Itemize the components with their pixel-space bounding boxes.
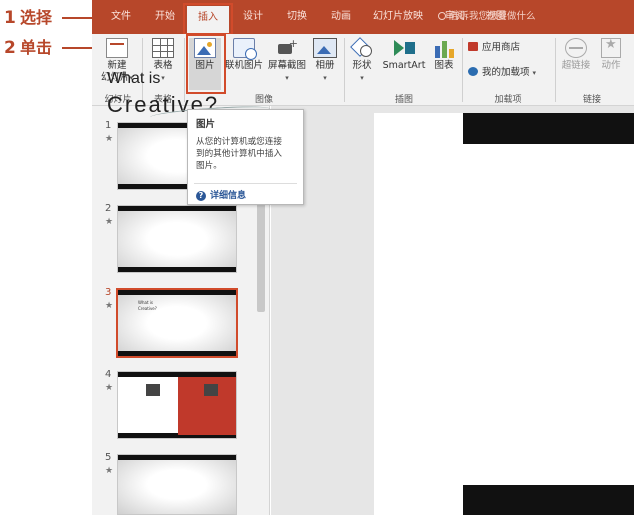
slide-number: 2 [105, 203, 112, 214]
annotation-margin-lower [0, 106, 92, 515]
tooltip-more-info-link[interactable]: ? 详细信息 [196, 188, 246, 201]
globe-link-icon [565, 38, 587, 58]
tab-design[interactable]: 设计 [243, 9, 263, 25]
shapes-label: 形状 [352, 60, 372, 71]
slide-number: 5 [105, 452, 112, 463]
tell-me-search[interactable]: 告诉我您想要做什么 [438, 9, 536, 25]
tab-home[interactable]: 开始 [155, 9, 175, 25]
table-icon [152, 38, 174, 58]
animation-star-icon: ★ [105, 301, 114, 311]
chevron-down-icon: ▾ [532, 69, 537, 77]
step1-number: 1 [4, 8, 16, 28]
shapes-button[interactable]: 形状 ▾ [348, 38, 376, 84]
step2-label: 单击 [20, 38, 53, 57]
help-icon: ? [196, 191, 206, 201]
animation-star-icon: ★ [105, 217, 114, 227]
tooltip-divider [194, 183, 297, 184]
hyperlink-label: 超链接 [561, 60, 591, 71]
store-button[interactable]: 应用商店 [468, 42, 548, 54]
tooltip-line: 到的其他计算机中插入 [196, 149, 282, 159]
tab-transitions[interactable]: 切换 [287, 9, 307, 25]
tooltip-body: 从您的计算机或您连接 到的其他计算机中插入 图片。 [196, 136, 295, 172]
slide-title-line1[interactable]: What is [107, 70, 160, 88]
smartart-icon [392, 38, 416, 58]
hyperlink-button[interactable]: 超链接 [559, 38, 593, 72]
group-divider [462, 38, 463, 102]
tell-me-text: 告诉我您想要做什么 [450, 11, 536, 22]
thumb-title-b: Creative? [138, 306, 157, 311]
online-picture-label: 联机图片 [224, 60, 263, 71]
chevron-down-icon: ▾ [360, 74, 364, 82]
tab-file[interactable]: 文件 [111, 9, 131, 25]
thumb-bar [118, 206, 236, 211]
new-slide-icon [106, 38, 128, 58]
thumb-bar [118, 351, 236, 356]
photo-album-button[interactable]: 相册 ▾ [310, 38, 340, 84]
chevron-down-icon: ▾ [285, 74, 289, 82]
store-icon [468, 42, 478, 51]
chevron-down-icon: ▾ [323, 74, 327, 82]
thumb-bar [118, 455, 236, 460]
thumb-bar [118, 290, 236, 295]
slide-number: 3 [105, 287, 112, 298]
thumb-title-a: What is [138, 300, 153, 305]
insert-tab-highlight [183, 3, 233, 35]
photo-album-icon [313, 38, 337, 58]
slide-thumbnail-4[interactable] [117, 371, 237, 439]
slide-number: 1 [105, 120, 112, 131]
group-label-illustrations: 插图 [394, 95, 413, 105]
action-label: 动作 [601, 60, 621, 71]
tab-animations[interactable]: 动画 [331, 9, 351, 25]
online-picture-icon [233, 38, 257, 60]
step1-label: 选择 [20, 8, 53, 27]
screenshot-label: 屏幕截图 [267, 60, 306, 71]
lightbulb-icon [438, 12, 446, 20]
more-info-label: 详细信息 [210, 191, 247, 201]
tooltip-title: 图片 [196, 119, 216, 130]
group-divider [344, 38, 345, 102]
online-picture-button[interactable]: 联机图片 [224, 38, 264, 72]
slide-top-bar [463, 113, 634, 144]
shapes-icon [351, 38, 373, 58]
tooltip-line: 从您的计算机或您连接 [196, 137, 282, 147]
group-label-addins: 加载项 [494, 95, 522, 105]
group-label-links: 链接 [582, 95, 601, 105]
thumb-bar [118, 267, 236, 272]
tab-slideshow[interactable]: 幻灯片放映 [373, 9, 423, 25]
smartart-label: SmartArt [382, 60, 426, 71]
animation-star-icon: ★ [105, 383, 114, 393]
picture-button-highlight [186, 34, 226, 94]
ribbon-tab-bar: 文件 开始 插入 设计 切换 动画 幻灯片放映 审阅 视图 [92, 0, 634, 34]
animation-star-icon: ★ [105, 134, 114, 144]
slide-bottom-bar [463, 485, 634, 515]
smartart-button[interactable]: SmartArt [379, 38, 429, 72]
tooltip-line: 图片。 [196, 161, 222, 171]
thumb-photo [204, 384, 218, 396]
group-label-images: 图像 [254, 95, 273, 105]
addins-icon [468, 67, 478, 76]
action-button[interactable]: 动作 [596, 38, 626, 72]
bar-chart-icon [433, 38, 455, 58]
group-divider [555, 38, 556, 102]
slide-number: 4 [105, 369, 112, 380]
camera-icon [276, 38, 298, 58]
thumb-photo [146, 384, 160, 396]
store-label: 应用商店 [482, 42, 521, 53]
chart-button[interactable]: 图表 [430, 38, 458, 72]
animation-star-icon: ★ [105, 466, 114, 476]
current-slide-canvas[interactable] [374, 113, 634, 515]
slide-thumbnail-5[interactable] [117, 454, 237, 515]
picture-tooltip: 图片 从您的计算机或您连接 到的其他计算机中插入 图片。 ? 详细信息 [187, 109, 304, 205]
step2-number: 2 [4, 38, 16, 58]
star-action-icon [601, 38, 621, 58]
chart-label: 图表 [434, 60, 454, 71]
screenshot-button[interactable]: 屏幕截图 ▾ [265, 38, 309, 84]
my-addins-button[interactable]: 我的加载项 ▾ [468, 67, 554, 79]
my-addins-label: 我的加载项 [482, 67, 530, 78]
slide-thumbnail-3[interactable]: What is Creative? [116, 288, 238, 358]
slide-thumbnail-2[interactable] [117, 205, 237, 273]
photo-album-label: 相册 [315, 60, 335, 71]
